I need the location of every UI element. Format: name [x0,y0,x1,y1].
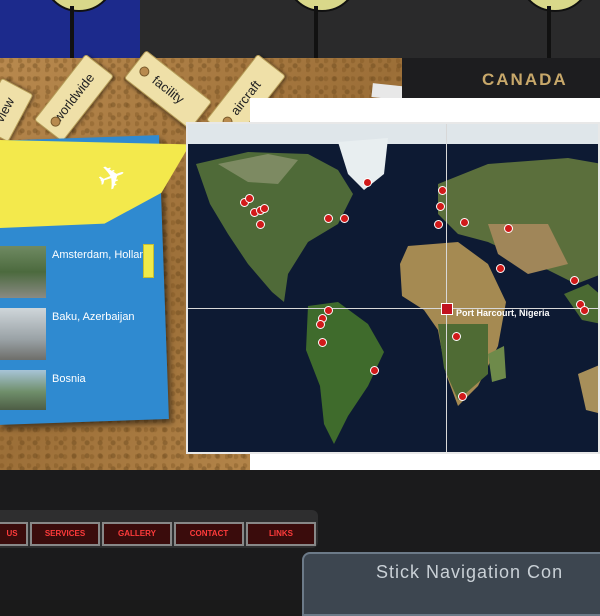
location-pin-icon[interactable] [370,366,379,375]
top-banner [0,0,600,58]
nav-button-services[interactable]: SERVICES [30,522,100,546]
destination-name: Baku, Azerbaijan [52,311,135,323]
nav-button-us[interactable]: US [0,522,28,546]
selected-location-marker[interactable] [441,303,453,315]
crosshair-vertical [446,124,447,452]
location-pin-icon[interactable] [363,178,372,187]
destination-thumbnail [0,308,46,360]
destination-name: Amsterdam, Holland [52,249,152,261]
location-pin-icon[interactable] [452,332,461,341]
location-pin-icon[interactable] [496,264,505,273]
destination-thumbnail [0,370,46,410]
balloon-icon [285,0,359,12]
stick-icon [70,6,74,58]
location-pin-icon[interactable] [245,194,254,203]
balloon-icon [518,0,592,12]
footer-title: Stick Navigation Con [376,562,564,582]
stick-icon [314,6,318,58]
location-pin-icon[interactable] [436,202,445,211]
location-pin-icon[interactable] [324,306,333,315]
location-pin-icon[interactable] [580,306,589,315]
location-pin-icon[interactable] [434,220,443,229]
location-pin-icon[interactable] [256,220,265,229]
location-pin-icon[interactable] [260,204,269,213]
world-map-image [188,124,598,444]
location-pin-icon[interactable] [504,224,513,233]
nav-button-contact[interactable]: CONTACT [174,522,244,546]
world-map[interactable]: Port Harcourt, Nigeria [186,122,600,454]
location-pin-icon[interactable] [570,276,579,285]
stick-icon [547,6,551,58]
destination-thumbnail [0,246,46,298]
nav-button-gallery[interactable]: GALLERY [102,522,172,546]
tag-label: view [0,94,18,125]
tag-hole-icon [137,64,152,79]
selected-location-label: Port Harcourt, Nigeria [456,308,550,318]
passport-label: CANADA [482,70,568,89]
location-pin-icon[interactable] [438,186,447,195]
location-pin-icon[interactable] [458,392,467,401]
destination-scrollbar[interactable] [143,244,154,278]
location-pin-icon[interactable] [318,338,327,347]
location-pin-icon[interactable] [316,320,325,329]
tag-label: facility [149,72,188,107]
location-pin-icon[interactable] [460,218,469,227]
destination-name: Bosnia [52,373,86,385]
footer-title-box: Stick Navigation Con [302,552,600,616]
location-pin-icon[interactable] [340,214,349,223]
location-pin-icon[interactable] [324,214,333,223]
nav-button-links[interactable]: LINKS [246,522,316,546]
